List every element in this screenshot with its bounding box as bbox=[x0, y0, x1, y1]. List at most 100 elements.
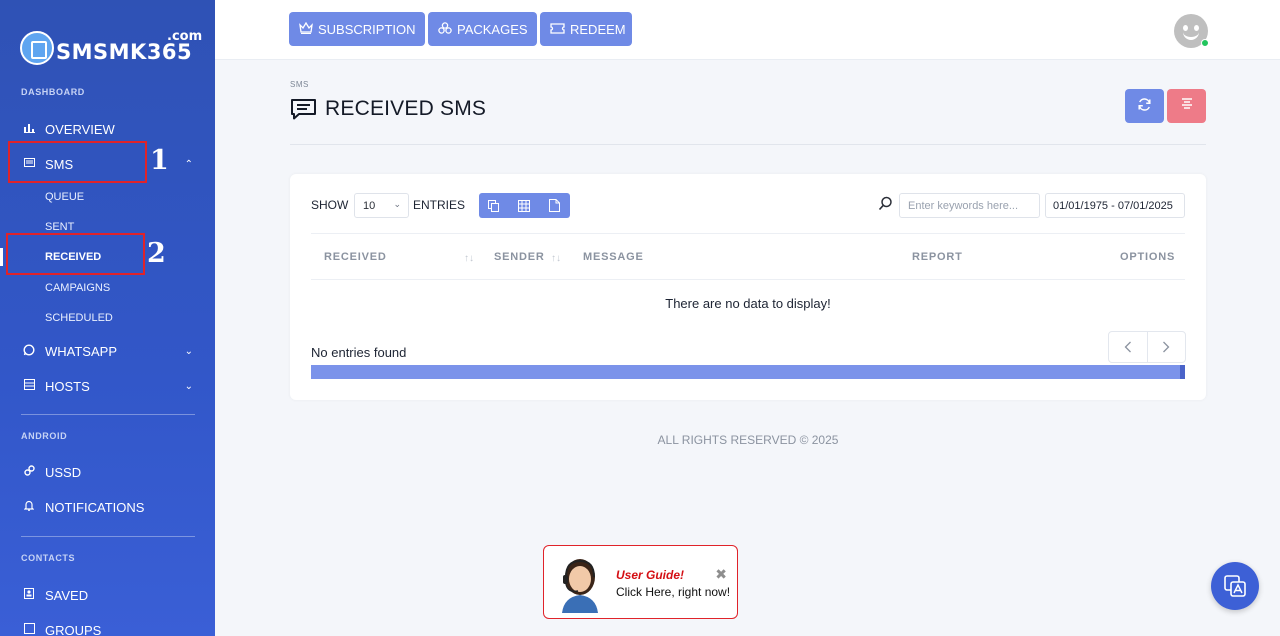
next-page-button[interactable] bbox=[1148, 332, 1186, 362]
eraser-icon bbox=[1180, 97, 1194, 115]
sidebar-item-groups[interactable]: GROUPS bbox=[22, 619, 197, 636]
refresh-icon bbox=[1137, 97, 1152, 116]
chevron-down-icon: ⌄ bbox=[393, 199, 401, 209]
sidebar-subitem-campaigns[interactable]: CAMPAIGNS bbox=[45, 282, 110, 294]
translate-button[interactable] bbox=[1211, 562, 1259, 610]
sidebar-item-overview[interactable]: OVERVIEW bbox=[22, 118, 197, 140]
whatsapp-icon bbox=[22, 343, 36, 359]
sort-icon[interactable]: ↑↓ bbox=[464, 253, 474, 264]
annotation-box-2 bbox=[6, 233, 145, 275]
refresh-button[interactable] bbox=[1125, 89, 1164, 123]
sidebar: SMSMK365 .com DASHBOARD OVERVIEW SMS ⌃ Q… bbox=[0, 0, 215, 636]
subscription-button[interactable]: SUBSCRIPTION bbox=[289, 12, 425, 46]
section-dashboard: DASHBOARD bbox=[21, 87, 85, 97]
sidebar-item-notifications[interactable]: NOTIFICATIONS bbox=[22, 496, 197, 518]
received-sms-card: SHOW 10 ⌄ ENTRIES Enter keywords here...… bbox=[290, 174, 1206, 400]
active-marker bbox=[0, 248, 3, 266]
entries-value: 10 bbox=[363, 200, 376, 212]
brand-logo-icon bbox=[20, 31, 54, 65]
boxes-icon bbox=[438, 21, 452, 37]
horizontal-scrollbar[interactable] bbox=[311, 365, 1185, 379]
pdf-button[interactable] bbox=[540, 193, 570, 218]
bar-chart-icon bbox=[22, 123, 36, 136]
sidebar-item-ussd[interactable]: USSD bbox=[22, 461, 197, 483]
chevron-down-icon: ⌄ bbox=[184, 380, 193, 392]
footer-copyright: ALL RIGHTS RESERVED © 2025 bbox=[657, 433, 839, 447]
copy-button[interactable] bbox=[479, 193, 509, 218]
sidebar-subitem-queue[interactable]: QUEUE bbox=[45, 191, 84, 203]
close-icon[interactable]: ✖ bbox=[715, 566, 727, 583]
sidebar-item-label: OVERVIEW bbox=[45, 121, 115, 137]
table-header: RECEIVED ↑↓ SENDER ↑↓ MESSAGE REPORT OPT… bbox=[311, 233, 1185, 280]
chat-icon bbox=[290, 98, 317, 120]
redeem-button[interactable]: REDEEM bbox=[540, 12, 632, 46]
show-label: SHOW bbox=[311, 198, 349, 212]
date-range-input[interactable]: 01/01/1975 - 07/01/2025 bbox=[1045, 193, 1185, 218]
link-icon bbox=[22, 465, 36, 479]
sidebar-item-label: NOTIFICATIONS bbox=[45, 499, 145, 515]
page-title: RECEIVED SMS bbox=[290, 97, 486, 121]
column-received[interactable]: RECEIVED bbox=[324, 251, 387, 263]
support-agent-icon bbox=[562, 559, 598, 613]
sidebar-item-label: USSD bbox=[45, 464, 82, 480]
pagination bbox=[1108, 331, 1186, 363]
excel-button[interactable] bbox=[509, 193, 539, 218]
header-divider bbox=[290, 144, 1206, 145]
brand-suffix: .com bbox=[167, 29, 203, 44]
user-guide-title: User Guide! bbox=[616, 568, 685, 582]
copy-icon bbox=[488, 199, 500, 212]
page-title-text: RECEIVED SMS bbox=[325, 97, 487, 120]
sort-icon[interactable]: ↑↓ bbox=[551, 253, 561, 264]
online-status-icon bbox=[1201, 39, 1209, 47]
column-options: OPTIONS bbox=[1120, 251, 1176, 263]
sidebar-item-label: WHATSAPP bbox=[45, 343, 117, 359]
translate-icon bbox=[1224, 575, 1246, 597]
annotation-label-2: 2 bbox=[147, 238, 166, 269]
column-message: MESSAGE bbox=[583, 251, 644, 263]
sidebar-item-saved[interactable]: SAVED bbox=[22, 584, 197, 606]
sidebar-subitem-sent[interactable]: SENT bbox=[45, 221, 74, 233]
chevron-right-icon bbox=[1163, 341, 1170, 353]
sidebar-item-whatsapp[interactable]: WHATSAPP ⌄ bbox=[22, 340, 197, 362]
export-button-group bbox=[479, 193, 570, 218]
brand[interactable]: SMSMK365 .com bbox=[20, 28, 202, 68]
file-icon bbox=[549, 199, 561, 212]
column-report: REPORT bbox=[912, 251, 963, 263]
previous-page-button[interactable] bbox=[1109, 332, 1148, 362]
column-sender[interactable]: SENDER bbox=[494, 251, 545, 263]
table-icon bbox=[518, 199, 531, 212]
breadcrumb[interactable]: SMS bbox=[290, 80, 309, 89]
section-contacts: CONTACTS bbox=[21, 553, 76, 563]
packages-button[interactable]: PACKAGES bbox=[428, 12, 537, 46]
empty-table-message: There are no data to display! bbox=[665, 296, 831, 311]
sidebar-subitem-scheduled[interactable]: SCHEDULED bbox=[45, 312, 113, 324]
section-android: ANDROID bbox=[21, 431, 68, 441]
sidebar-item-label: GROUPS bbox=[45, 622, 102, 636]
redeem-label: REDEEM bbox=[570, 21, 626, 37]
sidebar-item-label: SAVED bbox=[45, 587, 89, 603]
top-bar: SUBSCRIPTION PACKAGES REDEEM bbox=[215, 0, 1280, 60]
subscription-label: SUBSCRIPTION bbox=[318, 21, 416, 37]
sidebar-item-label: HOSTS bbox=[45, 378, 90, 394]
entries-label: ENTRIES bbox=[413, 198, 466, 212]
search-input[interactable]: Enter keywords here... bbox=[899, 193, 1040, 218]
users-icon bbox=[22, 623, 36, 636]
clear-button[interactable] bbox=[1167, 89, 1206, 123]
divider bbox=[21, 536, 195, 537]
packages-label: PACKAGES bbox=[457, 21, 528, 37]
entries-select[interactable]: 10 ⌄ bbox=[354, 193, 409, 218]
chevron-up-icon: ⌃ bbox=[184, 158, 193, 170]
table-status: No entries found bbox=[311, 345, 407, 360]
user-avatar[interactable] bbox=[1174, 14, 1209, 48]
bell-icon bbox=[22, 500, 36, 514]
ticket-icon bbox=[550, 22, 565, 37]
user-guide-popup[interactable]: User Guide! Click Here, right now! ✖ bbox=[543, 545, 738, 619]
crown-icon bbox=[299, 21, 313, 37]
annotation-label-1: 1 bbox=[150, 145, 169, 176]
avatar-mouth bbox=[1183, 31, 1199, 40]
contact-book-icon bbox=[22, 588, 36, 602]
sidebar-item-hosts[interactable]: HOSTS ⌄ bbox=[22, 375, 197, 397]
server-icon bbox=[22, 379, 36, 393]
chevron-left-icon bbox=[1124, 341, 1131, 353]
divider bbox=[21, 414, 195, 415]
